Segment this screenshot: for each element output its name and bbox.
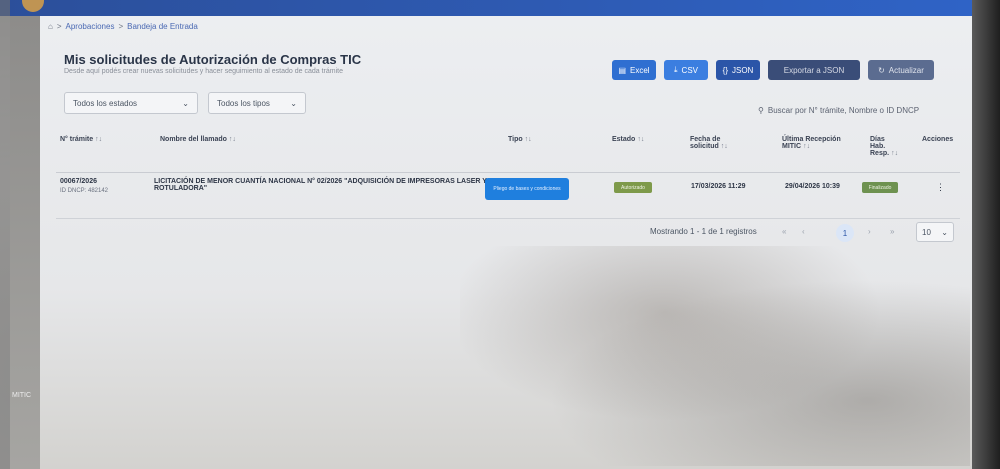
csv-button-label: CSV — [681, 65, 698, 75]
search-icon: ⚲ — [758, 105, 764, 115]
chevron-down-icon: ⌄ — [941, 227, 948, 237]
type-filter-value: Todos los tipos — [217, 98, 270, 108]
pagination-summary: Mostrando 1 - 1 de 1 registros — [650, 227, 757, 236]
col-header-nombre-label: Nombre del llamado — [160, 136, 227, 143]
col-header-ultima-label: Última Recepción MITIC — [782, 136, 841, 150]
export-json-button-label: Exportar a JSON — [783, 65, 845, 75]
cell-tramite[interactable]: 00067/2026 — [60, 178, 97, 185]
cell-nombre: LICITACIÓN DE MENOR CUANTÍA NACIONAL N° … — [154, 178, 487, 192]
sort-icon: ↑↓ — [524, 136, 532, 143]
page-subtitle: Desde aquí podés crear nuevas solicitude… — [64, 68, 343, 75]
first-page-button[interactable]: « — [782, 227, 786, 236]
pagination: Mostrando 1 - 1 de 1 registros « ‹ 1 › »… — [650, 222, 956, 246]
home-icon[interactable]: ⌂ — [48, 22, 53, 31]
json-button[interactable]: {} JSON — [716, 60, 760, 80]
prev-page-button[interactable]: ‹ — [802, 227, 805, 236]
table-header: N° trámite ↑↓ Nombre del llamado ↑↓ Tipo ↑↓… — [56, 128, 960, 173]
col-header-acciones: Acciones — [922, 136, 954, 143]
col-header-nombre[interactable]: Nombre del llamado ↑↓ — [160, 136, 236, 143]
sort-icon: ↑↓ — [891, 150, 899, 157]
more-icon[interactable]: ⋮ — [936, 182, 945, 193]
tipo-badge: Pliego de bases y condiciones — [485, 178, 569, 200]
col-header-tramite-label: N° trámite — [60, 136, 94, 143]
monitor-bezel-right — [972, 0, 1000, 469]
json-icon: {} — [722, 65, 728, 75]
breadcrumb: ⌂ > Aprobaciones > Bandeja de Entrada — [48, 22, 198, 31]
cell-fecha: 17/03/2026 11:29 — [691, 183, 746, 190]
search-placeholder: Buscar por N° trámite, Nombre o ID DNCP — [767, 105, 920, 115]
col-header-fecha[interactable]: Fecha de solicitud ↑↓ — [690, 136, 754, 150]
refresh-icon: ↻ — [878, 65, 885, 75]
last-page-button[interactable]: » — [890, 227, 894, 236]
col-header-ultima[interactable]: Última Recepción MITIC ↑↓ — [782, 136, 846, 150]
sort-icon: ↑↓ — [228, 136, 236, 143]
sort-icon: ↑↓ — [637, 136, 645, 143]
type-filter-select[interactable]: Todos los tipos ⌄ — [208, 92, 306, 114]
export-json-button[interactable]: Exportar a JSON — [768, 60, 860, 80]
file-excel-icon: ▤ — [618, 65, 626, 75]
col-header-estado[interactable]: Estado ↑↓ — [612, 136, 644, 143]
main-app: ⌂ > Aprobaciones > Bandeja de Entrada Mi… — [40, 16, 972, 469]
page-1-button[interactable]: 1 — [836, 224, 854, 242]
sidebar: MITIC — [10, 16, 40, 469]
cell-id-dncp: ID DNCP: 482142 — [60, 188, 109, 194]
breadcrumb-separator: > — [118, 22, 124, 31]
photo-glare — [460, 246, 970, 466]
json-button-label: JSON — [732, 65, 754, 75]
sort-icon: ↑↓ — [803, 143, 811, 150]
col-header-tipo[interactable]: Tipo ↑↓ — [508, 136, 532, 143]
col-header-dias[interactable]: Días Hab. Resp. ↑↓ — [870, 136, 898, 157]
monitor-bezel-left — [0, 0, 10, 469]
col-header-fecha-label: Fecha de solicitud — [690, 136, 721, 150]
breadcrumb-separator: > — [56, 22, 62, 31]
dias-status-badge: Finalizado — [862, 182, 898, 193]
col-header-tramite[interactable]: N° trámite ↑↓ — [60, 136, 102, 143]
chevron-down-icon: ⌄ — [290, 98, 297, 108]
breadcrumb-bandeja[interactable]: Bandeja de Entrada — [127, 22, 198, 31]
page-size-select[interactable]: 10 ⌄ — [916, 222, 954, 242]
excel-button-label: Excel — [630, 65, 650, 75]
status-filter-value: Todos los estados — [73, 98, 138, 108]
next-page-button[interactable]: › — [868, 227, 871, 236]
refresh-button-label: Actualizar — [888, 65, 924, 75]
download-icon: ⤓ — [674, 65, 678, 74]
status-badge: Autorizado — [614, 182, 652, 193]
page-size-value: 10 — [922, 227, 931, 237]
cell-ultima: 29/04/2026 10:39 — [785, 183, 840, 190]
search-input[interactable]: ⚲ Buscar por N° trámite, Nombre o ID DNC… — [758, 100, 954, 120]
sort-icon: ↑↓ — [95, 136, 103, 143]
col-header-dias-label: Días Hab. Resp. — [870, 136, 890, 157]
col-header-tipo-label: Tipo — [508, 136, 523, 143]
csv-button[interactable]: ⤓ CSV — [664, 60, 708, 80]
page-title: Mis solicitudes de Autorización de Compr… — [64, 52, 362, 67]
breadcrumb-aprobaciones[interactable]: Aprobaciones — [66, 22, 115, 31]
col-header-estado-label: Estado — [612, 136, 636, 143]
status-filter-select[interactable]: Todos los estados ⌄ — [64, 92, 198, 114]
sort-icon: ↑↓ — [720, 143, 728, 150]
excel-button[interactable]: ▤ Excel — [612, 60, 656, 80]
chevron-down-icon: ⌄ — [182, 98, 189, 108]
browser-top-bar — [0, 0, 972, 16]
refresh-button[interactable]: ↻ Actualizar — [868, 60, 934, 80]
